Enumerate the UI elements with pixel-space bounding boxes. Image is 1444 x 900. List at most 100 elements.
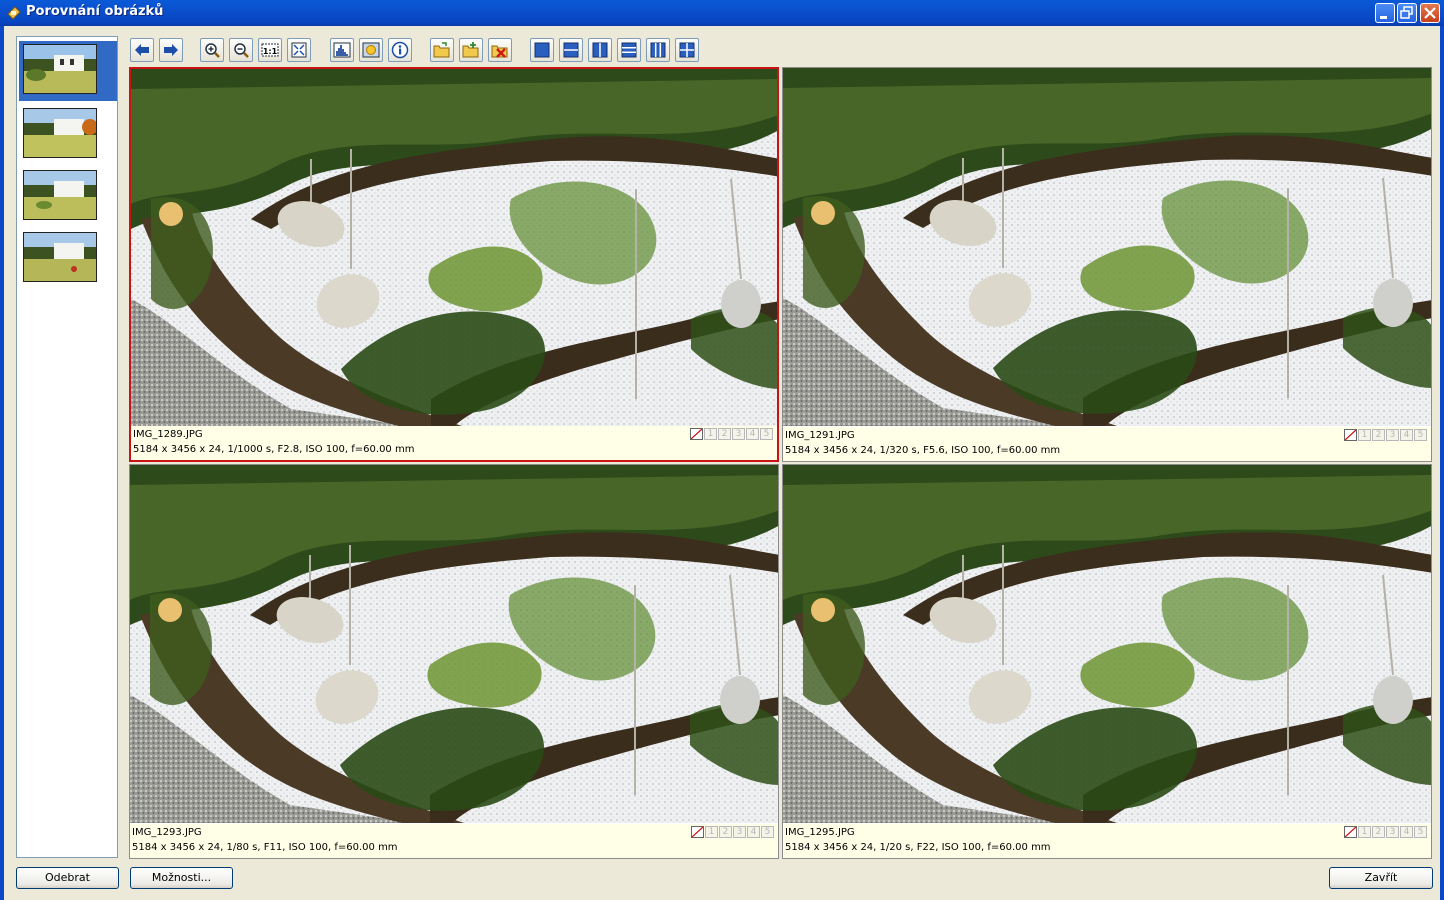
rating-5[interactable]: 5 (760, 428, 773, 440)
remove-button[interactable]: Odebrat (16, 867, 119, 889)
layout-3-rows-button[interactable] (617, 38, 641, 62)
fit-to-window-button[interactable] (287, 38, 311, 62)
close-window-button[interactable] (1420, 3, 1440, 23)
open-folder-icon (433, 42, 450, 58)
layout-grid-button[interactable] (675, 38, 699, 62)
rating-5[interactable]: 5 (1414, 429, 1427, 441)
image-pane[interactable]: IMG_1295.JPG 5184 x 3456 x 24, 1/20 s, F… (782, 464, 1432, 859)
restore-button[interactable] (1397, 3, 1417, 23)
layout-3-columns-button[interactable] (646, 38, 670, 62)
layout-2-horizontal-icon (563, 42, 579, 58)
thumbnail-item[interactable] (19, 41, 117, 101)
image-info-bar: IMG_1291.JPG 5184 x 3456 x 24, 1/320 s, … (783, 427, 1431, 461)
rating-4[interactable]: 4 (1400, 826, 1413, 838)
compared-photo[interactable] (130, 465, 778, 823)
restore-icon (1400, 6, 1413, 19)
rating-5[interactable]: 5 (761, 826, 774, 838)
minimize-icon (1380, 16, 1387, 19)
delete-button[interactable] (488, 38, 512, 62)
compared-photo[interactable] (783, 68, 1431, 426)
minimize-button[interactable] (1375, 3, 1395, 23)
layout-3-vertical-icon (650, 42, 666, 58)
copy-button[interactable] (459, 38, 483, 62)
rating-2[interactable]: 2 (1372, 429, 1385, 441)
no-rating-icon[interactable] (690, 428, 703, 440)
delete-icon (491, 45, 508, 58)
image-filename: IMG_1291.JPG (785, 430, 855, 441)
arrow-right-icon (164, 44, 178, 56)
options-button[interactable]: Možnosti... (130, 867, 233, 889)
compared-photo[interactable] (783, 465, 1431, 823)
image-pane[interactable]: IMG_1291.JPG 5184 x 3456 x 24, 1/320 s, … (782, 67, 1432, 462)
no-rating-icon[interactable] (1344, 826, 1357, 838)
rating-3[interactable]: 3 (1386, 826, 1399, 838)
zoom-out-icon (234, 43, 249, 58)
rating-control[interactable]: 1 2 3 4 5 (1344, 429, 1427, 441)
rating-3[interactable]: 3 (1386, 429, 1399, 441)
close-button[interactable]: Zavřít (1329, 867, 1433, 889)
rating-4[interactable]: 4 (746, 428, 759, 440)
window-frame-left (0, 26, 4, 900)
image-metadata: 5184 x 3456 x 24, 1/80 s, F11, ISO 100, … (132, 842, 398, 853)
zoom-out-button[interactable] (229, 38, 253, 62)
zoom-in-icon (205, 43, 220, 58)
image-metadata: 5184 x 3456 x 24, 1/320 s, F5.6, ISO 100… (785, 445, 1061, 456)
close-icon (1424, 7, 1436, 19)
rating-1[interactable]: 1 (704, 428, 717, 440)
rating-control[interactable]: 1 2 3 4 5 (1344, 826, 1427, 838)
rating-4[interactable]: 4 (747, 826, 760, 838)
zoom-in-button[interactable] (200, 38, 224, 62)
highlights-button[interactable] (359, 38, 383, 62)
title-bar: Porovnání obrázků (0, 0, 1444, 26)
rating-5[interactable]: 5 (1414, 826, 1427, 838)
rating-4[interactable]: 4 (1400, 429, 1413, 441)
no-rating-icon[interactable] (691, 826, 704, 838)
layout-2-rows-button[interactable] (559, 38, 583, 62)
actual-size-button[interactable]: 1:1 (258, 38, 282, 62)
histogram-icon (333, 42, 351, 58)
compared-photo[interactable] (131, 69, 777, 427)
image-metadata: 5184 x 3456 x 24, 1/1000 s, F2.8, ISO 10… (133, 444, 415, 455)
highlights-icon (362, 42, 380, 58)
layout-single-icon (534, 42, 550, 58)
image-info-bar: IMG_1293.JPG 5184 x 3456 x 24, 1/80 s, F… (130, 824, 778, 858)
next-button[interactable] (159, 38, 183, 62)
image-filename: IMG_1293.JPG (132, 827, 202, 838)
rating-2[interactable]: 2 (719, 826, 732, 838)
layout-single-button[interactable] (530, 38, 554, 62)
rating-1[interactable]: 1 (1358, 826, 1371, 838)
rating-control[interactable]: 1 2 3 4 5 (691, 826, 774, 838)
window-title: Porovnání obrázků (26, 4, 164, 19)
image-info-bar: IMG_1295.JPG 5184 x 3456 x 24, 1/20 s, F… (783, 824, 1431, 858)
app-icon (7, 6, 21, 20)
info-button[interactable] (388, 38, 412, 62)
rating-1[interactable]: 1 (705, 826, 718, 838)
histogram-button[interactable] (330, 38, 354, 62)
image-pane[interactable]: IMG_1293.JPG 5184 x 3456 x 24, 1/80 s, F… (129, 464, 779, 859)
layout-grid-icon (679, 42, 695, 58)
rating-1[interactable]: 1 (1358, 429, 1371, 441)
image-filename: IMG_1289.JPG (133, 429, 203, 440)
open-button[interactable] (430, 38, 454, 62)
rating-3[interactable]: 3 (732, 428, 745, 440)
layout-2-columns-button[interactable] (588, 38, 612, 62)
rating-2[interactable]: 2 (1372, 826, 1385, 838)
previous-button[interactable] (130, 38, 154, 62)
thumbnail-list[interactable] (16, 36, 118, 858)
rating-2[interactable]: 2 (718, 428, 731, 440)
image-filename: IMG_1295.JPG (785, 827, 855, 838)
thumbnail-image (23, 44, 97, 94)
rating-control[interactable]: 1 2 3 4 5 (690, 428, 773, 440)
rating-3[interactable]: 3 (733, 826, 746, 838)
layout-2-vertical-icon (592, 42, 608, 58)
thumbnail-item[interactable] (20, 105, 98, 161)
fit-icon (291, 42, 307, 58)
image-pane[interactable]: IMG_1289.JPG 5184 x 3456 x 24, 1/1000 s,… (129, 67, 779, 462)
actual-size-icon: 1:1 (261, 43, 279, 57)
no-rating-icon[interactable] (1344, 429, 1357, 441)
thumbnail-item[interactable] (20, 167, 98, 223)
info-icon (391, 41, 409, 59)
layout-3-horizontal-icon (621, 42, 637, 58)
thumbnail-item[interactable] (20, 229, 98, 285)
copy-folder-icon (462, 42, 479, 58)
